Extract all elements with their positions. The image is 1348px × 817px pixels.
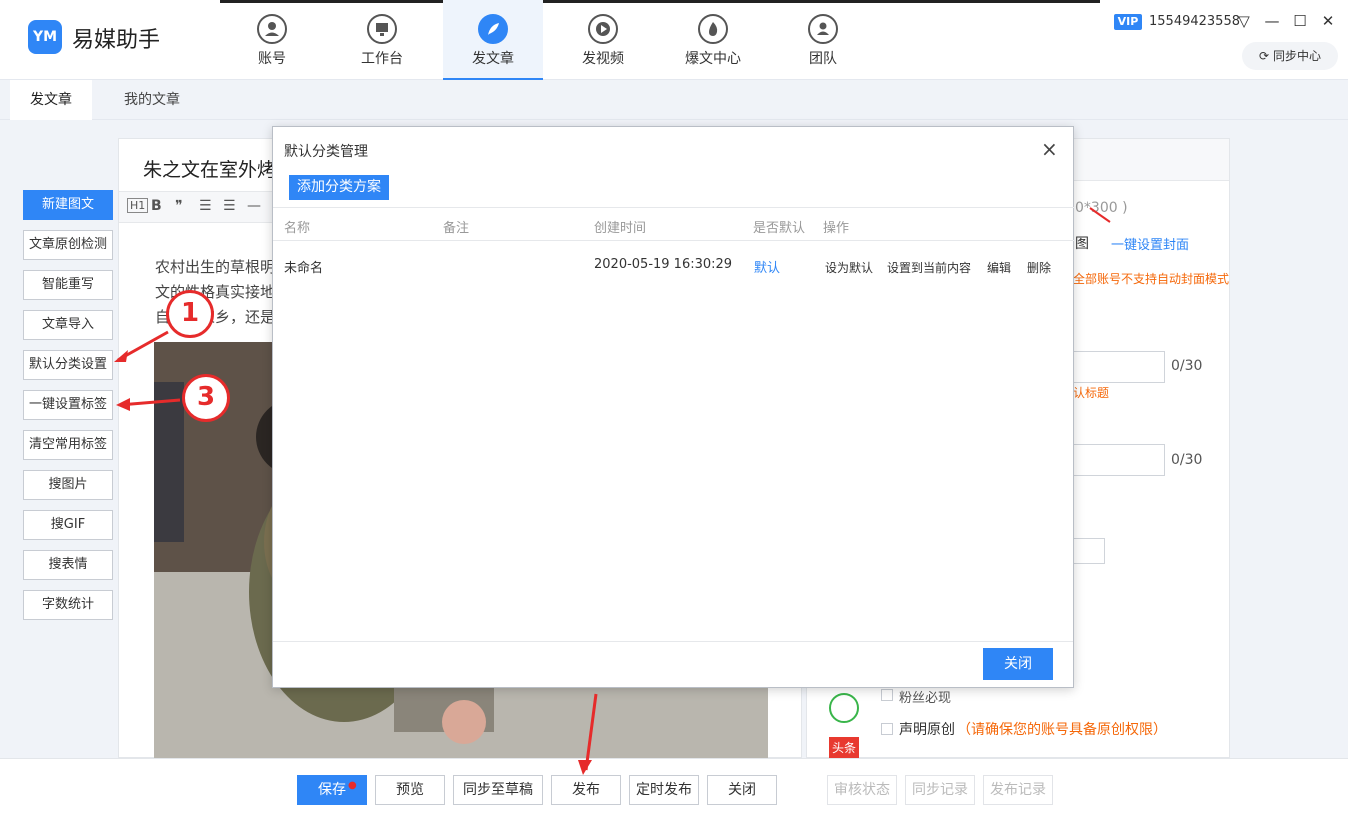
annotation-marker-3: 3 <box>182 374 230 422</box>
annotation-marker-1: 1 <box>166 290 214 338</box>
arrow-3-head <box>116 398 130 411</box>
arrow-1-head <box>114 350 128 362</box>
arrow-publish-head <box>578 760 592 775</box>
arrow-publish <box>584 693 598 771</box>
arrow-cover <box>1089 207 1111 223</box>
